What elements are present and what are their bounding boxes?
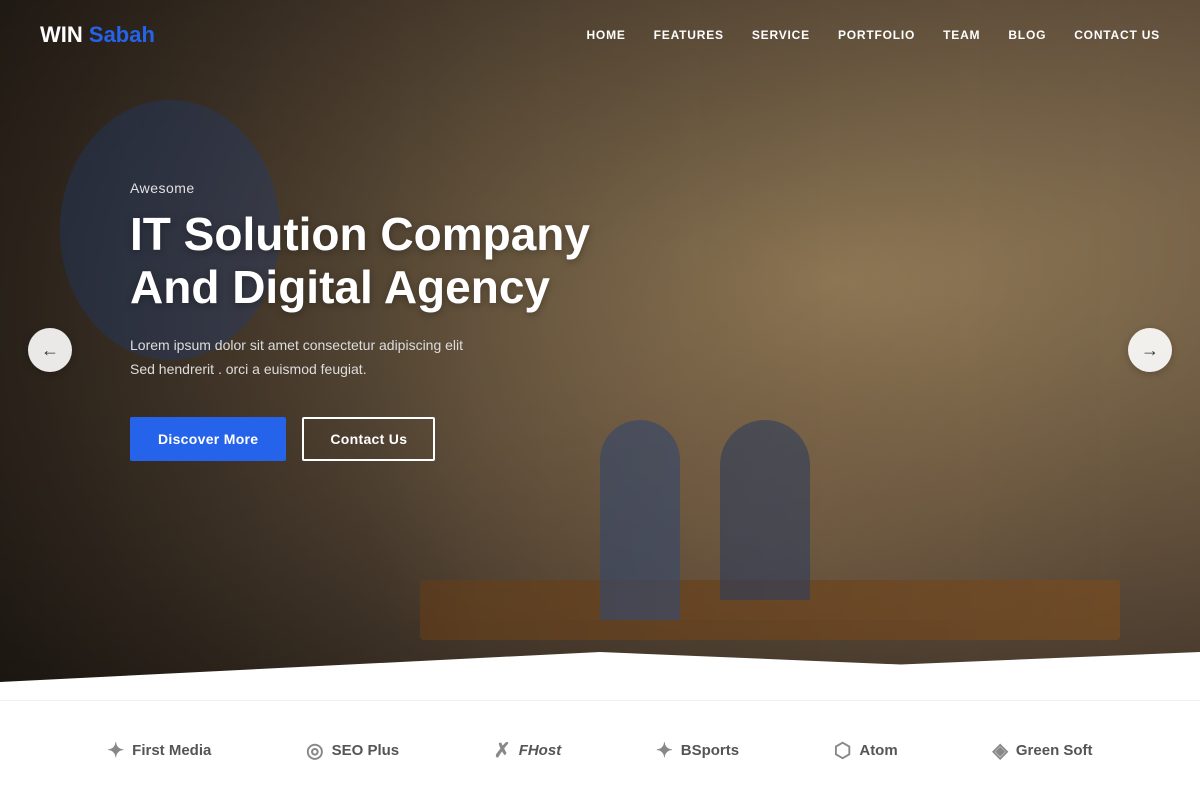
discover-more-button[interactable]: Discover More [130, 417, 286, 461]
hero-title: IT Solution Company And Digital Agency [130, 208, 680, 314]
bsports-label: BSports [681, 742, 739, 759]
nav-service[interactable]: SERVICE [752, 28, 810, 42]
first-media-label: First Media [132, 742, 211, 759]
nav-contact-us[interactable]: CONTACT US [1074, 28, 1160, 42]
hero-subtitle: Awesome [130, 180, 680, 196]
brands-section: ✦ First Media ◎ SEO Plus ✗ FHost ✦ BSpor… [0, 700, 1200, 800]
hero-diagonal-cut [0, 622, 1200, 700]
brand-seo-plus: ◎ SEO Plus [306, 738, 399, 763]
green-soft-label: Green Soft [1016, 742, 1093, 759]
prev-slide-button[interactable]: ← [28, 328, 72, 372]
nav-features[interactable]: FEATURES [654, 28, 724, 42]
fhost-icon: ✗ [494, 738, 511, 763]
arrow-right-icon: → [1141, 340, 1159, 361]
hero-desc-line1: Lorem ipsum dolor sit amet consectetur a… [130, 337, 463, 353]
brand-first-media: ✦ First Media [107, 738, 211, 763]
hero-description: Lorem ipsum dolor sit amet consectetur a… [130, 334, 510, 382]
seo-plus-icon: ◎ [306, 738, 323, 763]
seo-plus-label: SEO Plus [332, 742, 400, 759]
first-media-icon: ✦ [107, 738, 124, 763]
nav-blog[interactable]: BLOG [1008, 28, 1046, 42]
hero-section: WIN Sabah HOME FEATURES SERVICE PORTFOLI… [0, 0, 1200, 700]
brand-atom: ⬡ Atom [834, 738, 898, 763]
contact-us-button[interactable]: Contact Us [302, 417, 435, 461]
fhost-label: FHost [519, 742, 562, 759]
site-logo: WIN Sabah [40, 22, 155, 48]
site-header: WIN Sabah HOME FEATURES SERVICE PORTFOLI… [0, 0, 1200, 70]
bsports-icon: ✦ [656, 738, 673, 763]
logo-sabah-text: Sabah [89, 22, 155, 48]
atom-label: Atom [859, 742, 897, 759]
hero-buttons: Discover More Contact Us [130, 417, 680, 461]
hero-content: Awesome IT Solution Company And Digital … [130, 180, 680, 461]
brand-fhost: ✗ FHost [494, 738, 561, 763]
nav-portfolio[interactable]: PORTFOLIO [838, 28, 915, 42]
nav-team[interactable]: TEAM [943, 28, 980, 42]
hero-desc-line2: Sed hendrerit . orci a euismod feugiat. [130, 361, 367, 377]
green-soft-icon: ◈ [992, 738, 1007, 763]
nav-home[interactable]: HOME [586, 28, 625, 42]
brand-green-soft: ◈ Green Soft [992, 738, 1092, 763]
atom-icon: ⬡ [834, 738, 851, 763]
next-slide-button[interactable]: → [1128, 328, 1172, 372]
logo-win-text: WIN [40, 22, 83, 48]
main-nav: HOME FEATURES SERVICE PORTFOLIO TEAM BLO… [586, 28, 1160, 42]
brand-bsports: ✦ BSports [656, 738, 739, 763]
arrow-left-icon: ← [41, 340, 59, 361]
